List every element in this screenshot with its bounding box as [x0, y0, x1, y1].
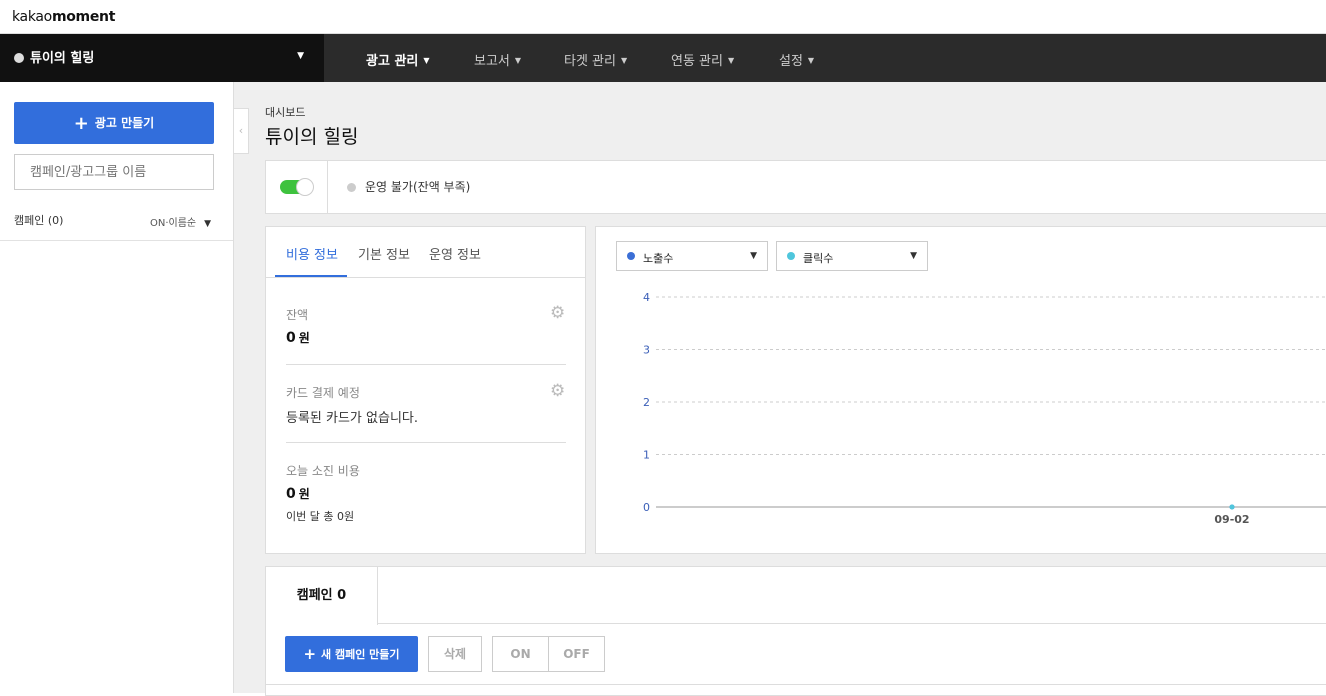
campaign-section: 캠페인 0 + 새 캠페인 만들기 삭제 ON OFF	[265, 566, 1326, 696]
cost-tabs: 비용 정보 기본 정보 운영 정보	[266, 227, 585, 278]
chevron-down-icon: ▼	[204, 219, 212, 229]
gear-icon[interactable]: ⚙	[550, 383, 566, 400]
y-tick-label: 0	[643, 501, 650, 514]
menu-ad-management[interactable]: 광고 관리 ▼	[366, 50, 430, 69]
menu-settings[interactable]: 설정 ▼	[779, 50, 814, 69]
status-dot-icon	[347, 183, 356, 192]
divider	[378, 623, 1326, 624]
plus-icon: +	[73, 113, 89, 134]
divider	[266, 684, 1326, 685]
new-campaign-button[interactable]: + 새 캠페인 만들기	[285, 636, 418, 672]
chevron-down-icon: ▼	[807, 56, 815, 65]
main-content: ‹ 대시보드 튜이의 힐링 운영 불가(잔액 부족) 비용 정보 기본 정보 운…	[234, 82, 1326, 696]
balance-value: 0원	[286, 330, 310, 346]
balance-label: 잔액	[286, 308, 309, 322]
account-name: 튜이의 힐링	[30, 51, 95, 66]
divider	[0, 240, 233, 241]
off-button[interactable]: OFF	[548, 636, 605, 672]
chevron-down-icon: ▼	[727, 56, 735, 65]
chevron-down-icon: ▼	[514, 56, 522, 65]
card-payment-value: 등록된 카드가 없습니다.	[286, 411, 418, 426]
top-navigation: 튜이의 힐링 ▼ 광고 관리 ▼ 보고서 ▼ 타겟 관리 ▼ 연동 관리 ▼ 설정 ▼	[0, 34, 1326, 82]
menu-integration-management[interactable]: 연동 관리 ▼	[671, 50, 734, 69]
status-text: 운영 불가(잔액 부족)	[365, 180, 471, 194]
collapse-sidebar-button[interactable]: ‹	[234, 108, 249, 154]
plus-icon: +	[303, 645, 317, 663]
chevron-down-icon: ▼	[297, 51, 304, 61]
divider	[286, 364, 566, 365]
page-title: 튜이의 힐링	[265, 126, 359, 148]
data-point	[1229, 504, 1235, 510]
y-tick-label: 2	[643, 396, 650, 409]
on-button[interactable]: ON	[492, 636, 549, 672]
status-bar: 운영 불가(잔액 부족)	[265, 160, 1326, 214]
today-spend-label: 오늘 소진 비용	[286, 464, 360, 478]
y-tick-label: 4	[643, 291, 650, 304]
y-tick-label: 3	[643, 344, 650, 357]
month-total: 이번 달 총 0원	[286, 510, 355, 523]
breadcrumb: 대시보드	[265, 106, 306, 119]
account-status-dot	[14, 53, 24, 63]
kakaomoment-logo[interactable]: kakaomoment	[12, 9, 115, 25]
tab-cost-info[interactable]: 비용 정보	[286, 244, 338, 263]
sidebar: +광고 만들기 캠페인 (0) ON·이름순▼	[0, 82, 234, 693]
line-chart: 0 1 2 3 4 09-02	[643, 291, 1326, 526]
chevron-down-icon: ▼	[620, 56, 628, 65]
active-tab-indicator	[275, 275, 347, 277]
gear-icon[interactable]: ⚙	[550, 305, 566, 322]
menu-reports[interactable]: 보고서 ▼	[474, 50, 521, 69]
menu-target-management[interactable]: 타겟 관리 ▼	[564, 50, 627, 69]
create-ad-button[interactable]: + 광고 만들기	[14, 102, 214, 144]
tab-basic-info[interactable]: 기본 정보	[358, 244, 410, 263]
campaign-count: 캠페인 (0)	[14, 214, 64, 227]
x-tick-label: 09-02	[1214, 513, 1249, 526]
card-payment-label: 카드 결제 예정	[286, 386, 360, 400]
sort-dropdown[interactable]: ON·이름순 ▼	[150, 214, 211, 229]
campaign-search-input[interactable]	[14, 154, 214, 190]
logo-bar: kakaomoment	[0, 0, 1326, 34]
delete-button[interactable]: 삭제	[428, 636, 482, 672]
tab-campaigns[interactable]: 캠페인 0	[266, 567, 378, 625]
divider	[286, 442, 566, 443]
divider	[327, 161, 328, 213]
toggle-knob	[296, 178, 314, 196]
y-tick-label: 1	[643, 449, 650, 462]
account-on-off-toggle[interactable]	[280, 178, 314, 196]
today-spend-value: 0원	[286, 486, 310, 502]
performance-chart-panel: 노출수 ▼ 클릭수 ▼ 0 1 2 3 4 09-02	[595, 226, 1326, 554]
chevron-down-icon: ▼	[423, 56, 430, 65]
account-selector[interactable]: 튜이의 힐링 ▼	[0, 34, 324, 82]
cost-info-panel: 비용 정보 기본 정보 운영 정보 잔액 ⚙ 0원 카드 결제 예정 ⚙ 등록된…	[265, 226, 586, 554]
tab-operation-info[interactable]: 운영 정보	[429, 244, 481, 263]
